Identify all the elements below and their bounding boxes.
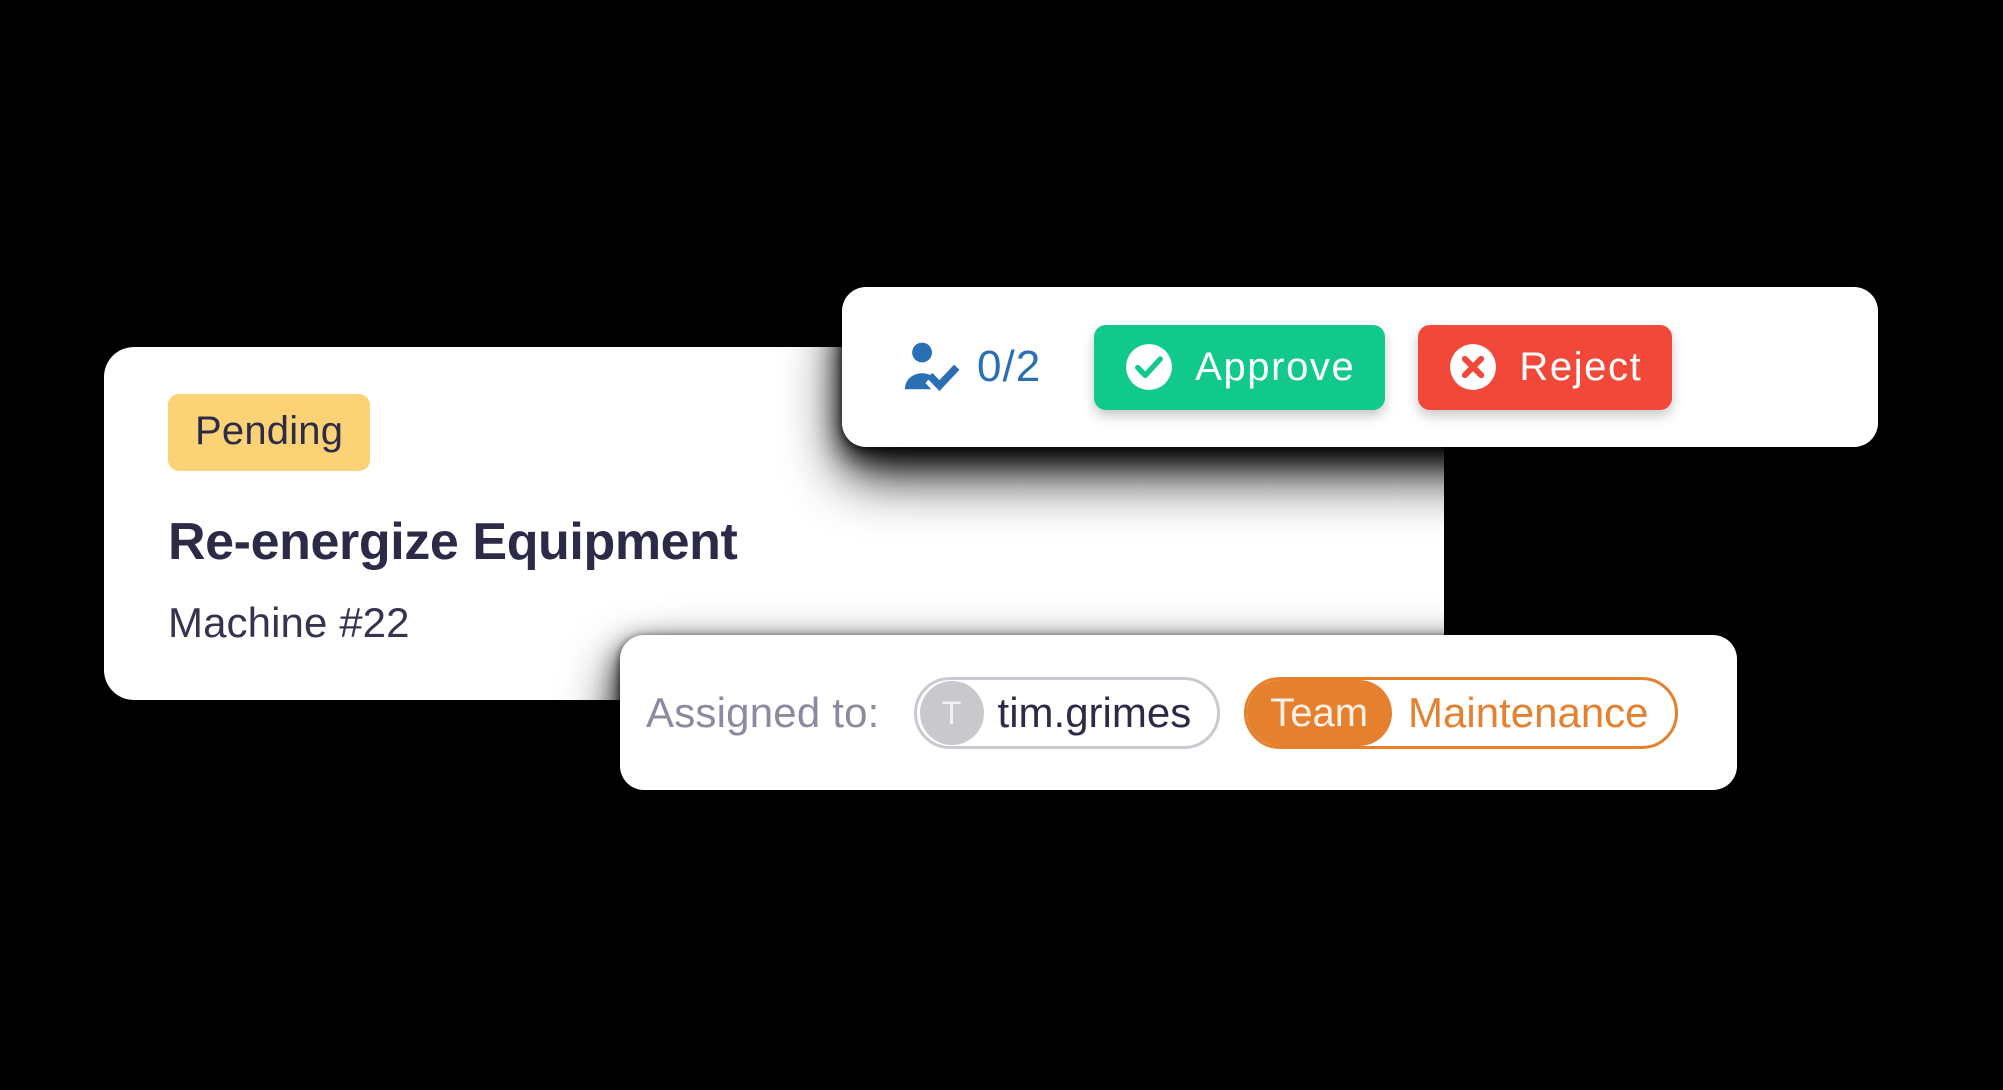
approve-button[interactable]: Approve [1094, 324, 1386, 410]
approver-count-text: 0/2 [977, 342, 1042, 391]
assigned-to-label: Assigned to: [646, 688, 880, 736]
assignee-team-chip[interactable]: Team Maintenance [1244, 676, 1678, 749]
assignment-card: Assigned to: T tim.grimes Team Maintenan… [620, 635, 1737, 790]
team-kind-label: Team [1247, 679, 1393, 746]
status-badge: Pending [168, 394, 371, 471]
check-circle-icon [1124, 342, 1174, 392]
person-check-icon [902, 340, 960, 394]
reject-button-label: Reject [1519, 345, 1643, 389]
approver-count-group: 0/2 [902, 340, 1041, 394]
x-circle-icon [1448, 342, 1498, 392]
task-title: Re-energize Equipment [168, 513, 738, 571]
avatar: T [919, 680, 984, 745]
approval-card: 0/2 Approve Reject [842, 287, 1878, 447]
approve-button-label: Approve [1195, 345, 1356, 389]
assignee-team-name: Maintenance [1408, 688, 1649, 736]
assignee-user-name: tim.grimes [997, 688, 1192, 736]
screen-root: Pending Re-energize Equipment Machine #2… [0, 0, 2003, 1090]
assignee-user-chip[interactable]: T tim.grimes [913, 676, 1221, 749]
reject-button[interactable]: Reject [1418, 324, 1673, 410]
